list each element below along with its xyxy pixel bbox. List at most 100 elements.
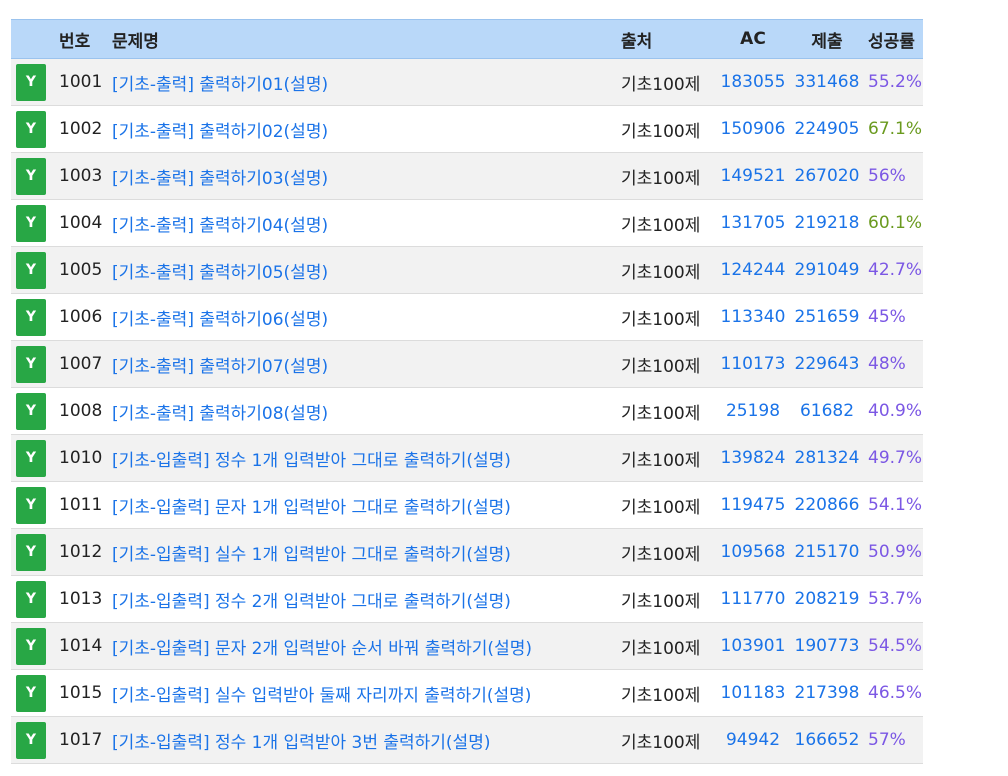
solved-badge[interactable]: Y bbox=[16, 110, 46, 148]
accepted-count[interactable]: 94942 bbox=[716, 730, 790, 750]
problem-source[interactable]: 기초100제 bbox=[621, 211, 716, 236]
accepted-count[interactable]: 139824 bbox=[716, 448, 790, 468]
accepted-count[interactable]: 25198 bbox=[716, 401, 790, 421]
submission-count[interactable]: 219218 bbox=[790, 213, 864, 233]
problem-source[interactable]: 기초100제 bbox=[621, 493, 716, 518]
accepted-count[interactable]: 119475 bbox=[716, 495, 790, 515]
solved-badge[interactable]: Y bbox=[16, 251, 46, 289]
accepted-count[interactable]: 149521 bbox=[716, 166, 790, 186]
problem-source[interactable]: 기초100제 bbox=[621, 587, 716, 612]
table-row: Y 1006 [기초-출력] 출력하기06(설명) 기초100제 113340 25165… bbox=[11, 294, 923, 341]
solved-badge[interactable]: Y bbox=[16, 486, 46, 524]
solved-badge[interactable]: Y bbox=[16, 298, 46, 336]
accepted-count[interactable]: 113340 bbox=[716, 307, 790, 327]
accepted-count[interactable]: 124244 bbox=[716, 260, 790, 280]
accepted-count[interactable]: 150906 bbox=[716, 119, 790, 139]
problem-title-cell: [기초-출력] 출력하기07(설명) bbox=[112, 352, 621, 377]
solved-badge[interactable]: Y bbox=[16, 627, 46, 665]
submission-count[interactable]: 224905 bbox=[790, 119, 864, 139]
problem-title-link[interactable]: [기초-입출력] 정수 1개 입력받아 그대로 출력하기(설명) bbox=[112, 451, 511, 471]
problem-title-link[interactable]: [기초-출력] 출력하기01(설명) bbox=[112, 75, 328, 95]
success-rate: 67.1% bbox=[868, 119, 923, 139]
submission-count[interactable]: 217398 bbox=[790, 683, 864, 703]
problem-title-link[interactable]: [기초-입출력] 문자 1개 입력받아 그대로 출력하기(설명) bbox=[112, 498, 511, 518]
problem-title-link[interactable]: [기초-출력] 출력하기03(설명) bbox=[112, 169, 328, 189]
submission-count[interactable]: 61682 bbox=[790, 401, 864, 421]
problem-source[interactable]: 기초100제 bbox=[621, 540, 716, 565]
status-cell: Y bbox=[11, 251, 59, 289]
solved-badge[interactable]: Y bbox=[16, 392, 46, 430]
problem-source[interactable]: 기초100제 bbox=[621, 117, 716, 142]
solved-badge[interactable]: Y bbox=[16, 674, 46, 712]
submission-count[interactable]: 166652 bbox=[790, 730, 864, 750]
accepted-count[interactable]: 101183 bbox=[716, 683, 790, 703]
problem-source[interactable]: 기초100제 bbox=[621, 728, 716, 753]
problem-id: 1001 bbox=[59, 72, 103, 92]
problem-title-link[interactable]: [기초-출력] 출력하기02(설명) bbox=[112, 122, 328, 142]
header-source[interactable]: 출처 bbox=[621, 27, 716, 52]
table-row: Y 1007 [기초-출력] 출력하기07(설명) 기초100제 110173 22964… bbox=[11, 341, 923, 388]
problem-title-link[interactable]: [기초-출력] 출력하기04(설명) bbox=[112, 216, 328, 236]
status-cell: Y bbox=[11, 298, 59, 336]
submission-count[interactable]: 291049 bbox=[790, 260, 864, 280]
problem-title-link[interactable]: [기초-출력] 출력하기08(설명) bbox=[112, 404, 328, 424]
solved-badge[interactable]: Y bbox=[16, 345, 46, 383]
accepted-count[interactable]: 110173 bbox=[716, 354, 790, 374]
table-row: Y 1014 [기초-입출력] 문자 2개 입력받아 순서 바꿔 출력하기(설명) 기… bbox=[11, 623, 923, 670]
header-rate[interactable]: 성공률 bbox=[864, 27, 923, 52]
problem-id: 1008 bbox=[59, 401, 103, 421]
accepted-count[interactable]: 111770 bbox=[716, 589, 790, 609]
table-row: Y 1017 [기초-입출력] 정수 1개 입력받아 3번 출력하기(설명) 기초10… bbox=[11, 717, 923, 764]
success-rate: 50.9% bbox=[868, 542, 923, 562]
solved-badge[interactable]: Y bbox=[16, 204, 46, 242]
problem-source[interactable]: 기초100제 bbox=[621, 446, 716, 471]
problem-source[interactable]: 기초100제 bbox=[621, 681, 716, 706]
submission-count[interactable]: 208219 bbox=[790, 589, 864, 609]
solved-badge[interactable]: Y bbox=[16, 63, 46, 101]
problem-source[interactable]: 기초100제 bbox=[621, 258, 716, 283]
table-row: Y 1013 [기초-입출력] 정수 2개 입력받아 그대로 출력하기(설명) 기초1… bbox=[11, 576, 923, 623]
header-title[interactable]: 문제명 bbox=[112, 27, 621, 52]
status-cell: Y bbox=[11, 627, 59, 665]
problem-title-link[interactable]: [기초-입출력] 정수 2개 입력받아 그대로 출력하기(설명) bbox=[112, 592, 511, 612]
solved-badge[interactable]: Y bbox=[16, 533, 46, 571]
success-rate: 54.5% bbox=[868, 636, 923, 656]
accepted-count[interactable]: 183055 bbox=[716, 72, 790, 92]
solved-badge[interactable]: Y bbox=[16, 439, 46, 477]
table-row: Y 1001 [기초-출력] 출력하기01(설명) 기초100제 183055 33146… bbox=[11, 59, 923, 106]
submission-count[interactable]: 281324 bbox=[790, 448, 864, 468]
problem-title-link[interactable]: [기초-입출력] 실수 1개 입력받아 그대로 출력하기(설명) bbox=[112, 545, 511, 565]
success-rate: 49.7% bbox=[868, 448, 923, 468]
submission-count[interactable]: 251659 bbox=[790, 307, 864, 327]
problem-title-cell: [기초-출력] 출력하기04(설명) bbox=[112, 211, 621, 236]
problem-source[interactable]: 기초100제 bbox=[621, 164, 716, 189]
problem-source[interactable]: 기초100제 bbox=[621, 305, 716, 330]
submission-count[interactable]: 229643 bbox=[790, 354, 864, 374]
submission-count[interactable]: 267020 bbox=[790, 166, 864, 186]
submission-count[interactable]: 190773 bbox=[790, 636, 864, 656]
accepted-count[interactable]: 131705 bbox=[716, 213, 790, 233]
problem-title-link[interactable]: [기초-출력] 출력하기06(설명) bbox=[112, 310, 328, 330]
problem-source[interactable]: 기초100제 bbox=[621, 634, 716, 659]
submission-count[interactable]: 215170 bbox=[790, 542, 864, 562]
problem-source[interactable]: 기초100제 bbox=[621, 352, 716, 377]
submission-count[interactable]: 220866 bbox=[790, 495, 864, 515]
header-ac[interactable]: AC bbox=[716, 29, 790, 49]
header-submissions[interactable]: 제출 bbox=[790, 27, 864, 52]
problem-title-link[interactable]: [기초-입출력] 정수 1개 입력받아 3번 출력하기(설명) bbox=[112, 733, 490, 753]
problem-title-link[interactable]: [기초-입출력] 실수 입력받아 둘째 자리까지 출력하기(설명) bbox=[112, 686, 531, 706]
solved-badge[interactable]: Y bbox=[16, 721, 46, 759]
problem-source[interactable]: 기초100제 bbox=[621, 399, 716, 424]
problem-title-link[interactable]: [기초-출력] 출력하기07(설명) bbox=[112, 357, 328, 377]
problem-title-link[interactable]: [기초-출력] 출력하기05(설명) bbox=[112, 263, 328, 283]
solved-badge[interactable]: Y bbox=[16, 580, 46, 618]
submission-count[interactable]: 331468 bbox=[790, 72, 864, 92]
header-id[interactable]: 번호 bbox=[59, 27, 112, 52]
problem-title-cell: [기초-출력] 출력하기03(설명) bbox=[112, 164, 621, 189]
accepted-count[interactable]: 109568 bbox=[716, 542, 790, 562]
problem-title-link[interactable]: [기초-입출력] 문자 2개 입력받아 순서 바꿔 출력하기(설명) bbox=[112, 639, 532, 659]
problem-source[interactable]: 기초100제 bbox=[621, 70, 716, 95]
solved-badge[interactable]: Y bbox=[16, 157, 46, 195]
table-row: Y 1008 [기초-출력] 출력하기08(설명) 기초100제 25198 61682 4… bbox=[11, 388, 923, 435]
accepted-count[interactable]: 103901 bbox=[716, 636, 790, 656]
